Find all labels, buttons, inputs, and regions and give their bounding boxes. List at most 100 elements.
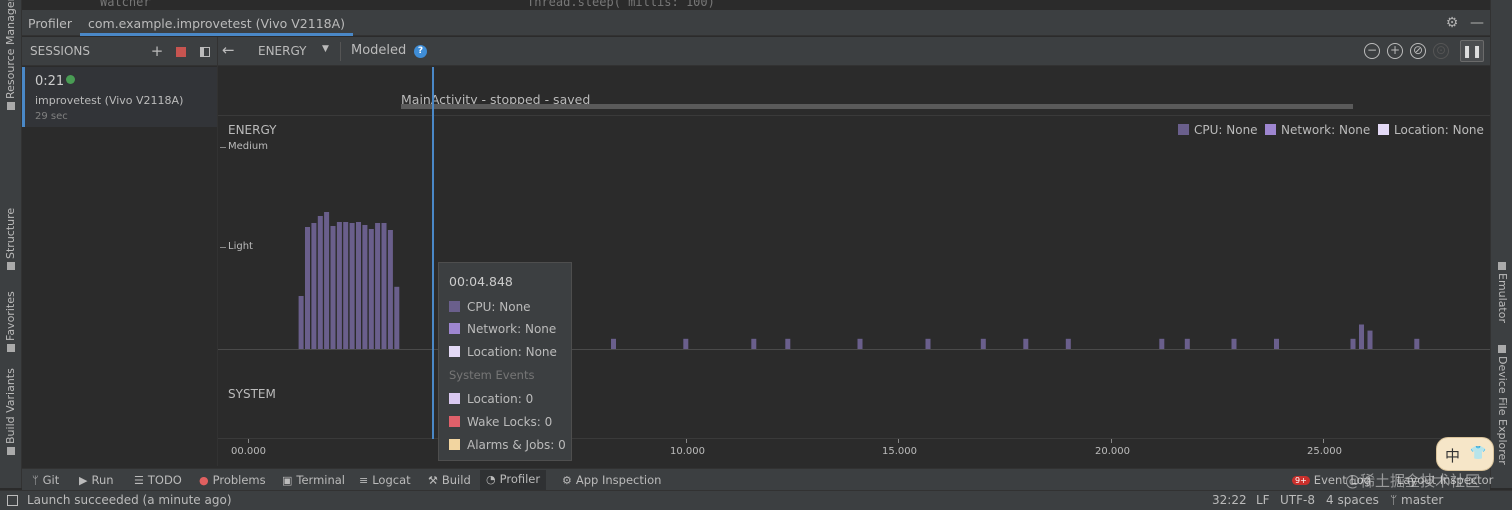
session-live-indicator [66,75,75,84]
star-icon [7,344,15,352]
tab-run[interactable]: ▶ Run [79,473,114,487]
energy-bar [362,225,368,349]
tab-build[interactable]: ⚒ Build [428,473,471,487]
pause-button[interactable]: ❚❚ [1460,40,1484,62]
legend-location-label: Location: None [1394,123,1484,137]
device-process-tab[interactable]: com.example.improvetest (Vivo V2118A) [80,10,354,36]
energy-bar [349,223,355,349]
hammer-icon: ⚒ [428,474,438,487]
indent-setting[interactable]: 4 spaces [1326,493,1379,507]
tab-logcat[interactable]: ≡ Logcat [359,473,411,487]
tab-profiler-label: Profiler [499,472,541,486]
jump-to-live-icon[interactable]: ⊙ [1433,43,1449,59]
resource-manager-tab[interactable]: Resource Manager [4,0,17,110]
back-arrow-icon[interactable]: ← [222,41,235,59]
zoom-in-icon[interactable]: + [1387,43,1403,59]
tab-git-label: Git [42,473,60,487]
tab-app-inspection-label: App Inspection [575,473,662,487]
energy-bar [1350,338,1356,349]
time-axis[interactable]: 00.000 10.000 15.000 20.000 25.000 [218,438,1490,466]
energy-track[interactable]: ENERGY Medium Light CPU: None Network: N… [218,117,1490,350]
ime-skin-icon: 👕 [1470,446,1487,461]
energy-bar [324,212,330,349]
session-time: 0:21 [35,74,65,89]
status-message[interactable]: Launch succeeded (a minute ago) [27,493,232,507]
tab-todo-label: TODO [147,473,182,487]
sessions-title: SESSIONS [30,44,91,58]
gear-icon[interactable]: ⚙ [1443,14,1461,32]
file-encoding[interactable]: UTF-8 [1280,493,1315,507]
system-track[interactable]: SYSTEM [218,350,1490,438]
ghost-code-text: Thread.sleep( millis: 100) [527,0,715,9]
resource-manager-icon [7,102,15,110]
tooltip-location-events-label: Location: 0 [467,392,534,406]
tooltip-location-events: Location: 0 [449,392,533,406]
plus-icon[interactable]: + [148,42,166,60]
tab-terminal[interactable]: ▣ Terminal [282,473,345,487]
energy-bar [336,222,342,349]
y-tick-light [220,247,226,248]
session-item[interactable]: 0:21 improvetest (Vivo V2118A) 29 sec [22,67,217,127]
energy-bar [343,222,349,349]
energy-tooltip: 00:04.848 CPU: None Network: None Locati… [438,262,572,461]
ime-language-label: 中 [1445,447,1461,465]
resource-manager-label: Resource Manager [4,0,17,99]
tooltip-cpu-label: CPU: None [467,300,531,314]
tooltip-location: Location: None [449,345,557,359]
tab-profiler[interactable]: ◔ Profiler [480,470,547,490]
axis-tick-mark [898,439,899,443]
tab-app-inspection[interactable]: ⚙ App Inspection [562,473,661,487]
minimize-icon[interactable]: — [1468,14,1486,32]
energy-section-title: ENERGY [228,123,277,137]
collapse-panel-icon[interactable] [196,42,214,60]
energy-bar [1367,330,1373,349]
status-panel-icon[interactable] [7,495,18,506]
axis-tick-label: 15.000 [882,446,917,457]
energy-bar [305,227,310,349]
tooltip-network: Network: None [449,322,556,336]
structure-tab[interactable]: Structure [4,208,17,270]
git-branch-widget[interactable]: ᛘ master [1390,493,1443,507]
profiler-toolbar: ← ENERGY ▼ Modeled ? − + ⊘ ⊙ ❚❚ [218,37,1490,66]
line-separator[interactable]: LF [1256,493,1270,507]
tab-git[interactable]: ᛘ Git [32,473,59,487]
axis-tick-label: 10.000 [670,446,705,457]
energy-bar [1065,338,1071,349]
logcat-icon: ≡ [359,474,369,487]
device-file-explorer-tab[interactable]: Device File Explorer [1496,345,1509,465]
emulator-tab[interactable]: Emulator [1496,262,1509,323]
legend-network: Network: None [1265,123,1370,137]
axis-tick-label: 20.000 [1095,446,1130,457]
ime-floating-widget[interactable]: 中 👕 [1436,437,1494,471]
legend-location-swatch [1378,124,1389,135]
stop-session-icon[interactable] [172,42,190,60]
build-variants-tab[interactable]: Build Variants [4,368,17,455]
help-icon[interactable]: ? [414,45,427,58]
y-label-light: Light [228,241,253,252]
editor-ghost-strip: Watcher Thread.sleep( millis: 100) [22,0,1490,10]
tooltip-system-events-heading: System Events [449,368,535,382]
session-name: improvetest (Vivo V2118A) [35,94,184,107]
watermark-text: @稀土掘金技术社区 [1345,472,1481,490]
energy-bar-chart [298,212,1420,349]
legend-cpu: CPU: None [1178,123,1258,137]
activity-bar[interactable] [401,104,1353,109]
tooltip-network-label: Network: None [467,322,557,336]
cursor-position[interactable]: 32:22 [1212,493,1247,507]
reset-zoom-icon[interactable]: ⊘ [1410,43,1426,59]
right-tool-strip: Emulator Device File Explorer [1490,0,1512,488]
git-branch-label: master [1401,493,1444,507]
left-tool-strip: Resource Manager Structure Favorites Bui… [0,0,22,488]
chevron-down-icon[interactable]: ▼ [322,44,329,54]
stage-dropdown[interactable]: ENERGY [258,44,307,58]
timeline-cursor[interactable] [432,67,434,439]
tab-problems[interactable]: ● Problems [199,473,266,487]
energy-bar [375,223,381,349]
energy-bar [1274,338,1279,349]
tab-todo[interactable]: ☰ TODO [134,473,182,487]
tooltip-wake-locks: Wake Locks: 0 [449,415,552,429]
favorites-tab[interactable]: Favorites [4,291,17,352]
zoom-out-icon[interactable]: − [1364,43,1380,59]
tab-problems-label: Problems [212,473,266,487]
tooltip-wake-locks-swatch [449,416,460,427]
